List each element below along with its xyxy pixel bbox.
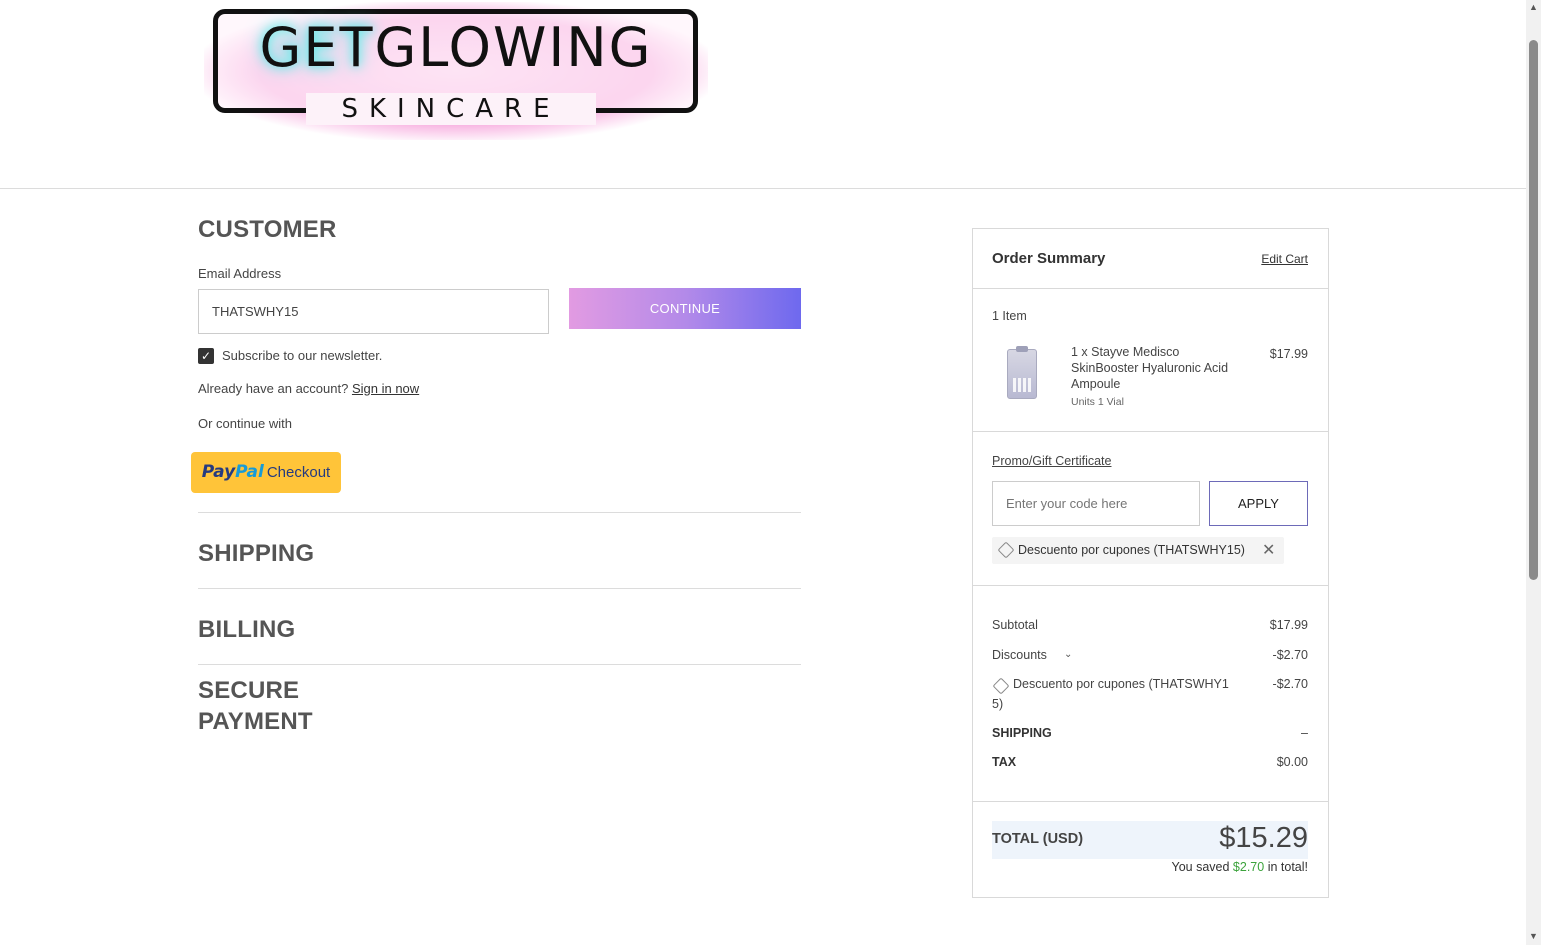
account-prompt-text: Already have an account? [198,381,349,396]
savings-suffix: in total! [1267,860,1308,874]
order-summary: Order Summary Edit Cart 1 Item 1 x Stayv… [972,228,1329,898]
logo-word-get: GET [259,16,375,79]
applied-coupon-label: Descuento por cupones (THATSWHY15) [1018,543,1245,557]
discount-line-label: Descuento por cupones (THATSWHY1 [1013,677,1229,691]
check-icon: ✓ [200,349,212,363]
email-field[interactable] [198,289,549,334]
scrollbar-thumb[interactable] [1529,40,1538,580]
applied-coupon-chip: Descuento por cupones (THATSWHY15) ✕ [992,537,1284,564]
tax-value: $0.00 [1276,755,1308,769]
product-image-detail [1013,378,1031,392]
divider [198,664,801,665]
shipping-label: SHIPPING [992,726,1052,740]
shipping-heading: SHIPPING [198,540,315,567]
divider [973,801,1328,802]
logo-wordmark: GETGLOWING [196,18,716,78]
product-price: $17.99 [1269,347,1308,361]
continue-button[interactable]: CONTINUE [569,288,801,329]
paypal-checkout-button[interactable]: PayPal Checkout [191,452,341,493]
shipping-value: – [1301,726,1308,740]
logo-subtitle-band: SKINCARE [306,93,596,125]
paypal-logo-pal: Pal [235,462,264,482]
logo-word-glowing: GLOWING [374,16,653,79]
promo-toggle-link[interactable]: Promo/Gift Certificate [992,454,1111,468]
divider [198,588,801,589]
apply-button[interactable]: APPLY [1209,481,1308,526]
tax-label: TAX [992,755,1017,769]
edit-cart-link[interactable]: Edit Cart [1261,252,1308,266]
product-image-cap [1016,346,1028,352]
chevron-down-icon[interactable]: ⌄ [1064,649,1072,660]
discounts-value: -$2.70 [1272,648,1308,662]
discounts-toggle[interactable]: Discounts [992,648,1047,662]
total-band: TOTAL (USD) $15.29 [992,821,1308,859]
subtotal-value: $17.99 [1269,618,1308,632]
promo-code-input[interactable] [992,481,1200,526]
payment-heading-line1: SECURE [198,677,300,704]
total-value: $15.29 [1219,822,1308,854]
or-continue-label: Or continue with [198,416,292,431]
newsletter-label: Subscribe to our newsletter. [222,348,383,363]
tag-icon [992,677,1010,695]
close-icon[interactable]: ✕ [1262,540,1275,560]
order-summary-title: Order Summary [992,250,1106,267]
product-name: 1 x Stayve Medisco SkinBooster Hyaluroni… [1071,345,1229,391]
product-image [1007,346,1037,399]
discounts-label: Discounts [992,648,1047,662]
newsletter-checkbox[interactable]: ✓ [198,348,214,364]
divider [973,431,1328,432]
divider [198,512,801,513]
account-prompt: Already have an account? Sign in now [198,381,419,396]
sign-in-link[interactable]: Sign in now [352,381,419,396]
store-logo[interactable]: GETGLOWING SKINCARE [196,0,716,150]
product-units: Units 1 Vial [1071,396,1124,408]
paypal-logo-pay: Pay [201,462,236,482]
divider [973,585,1328,586]
savings-note: You saved $2.70 in total! [1172,860,1309,874]
customer-heading: CUSTOMER [198,216,337,243]
discount-line-label-wrap: 5) [992,697,1004,711]
logo-subtitle: SKINCARE [341,94,561,124]
scroll-up-icon[interactable]: ▲ [1529,2,1538,12]
payment-heading-line2: PAYMENT [198,708,313,735]
divider [973,288,1328,289]
savings-prefix: You saved [1171,860,1230,874]
tag-icon [997,541,1015,559]
subtotal-label: Subtotal [992,618,1038,632]
billing-heading: BILLING [198,616,296,643]
savings-amount: $2.70 [1232,860,1265,874]
paypal-checkout-label: Checkout [266,464,331,481]
email-label: Email Address [198,266,282,281]
payment-heading: SECURE PAYMENT [198,675,313,737]
item-count: 1 Item [992,309,1027,323]
site-header: GETGLOWING SKINCARE [0,0,1526,189]
total-label: TOTAL (USD) [992,831,1084,847]
discount-line-value: -$2.70 [1272,677,1308,691]
scrollbar[interactable]: ▲ ▼ [1526,0,1541,945]
scroll-down-icon[interactable]: ▼ [1529,931,1538,941]
